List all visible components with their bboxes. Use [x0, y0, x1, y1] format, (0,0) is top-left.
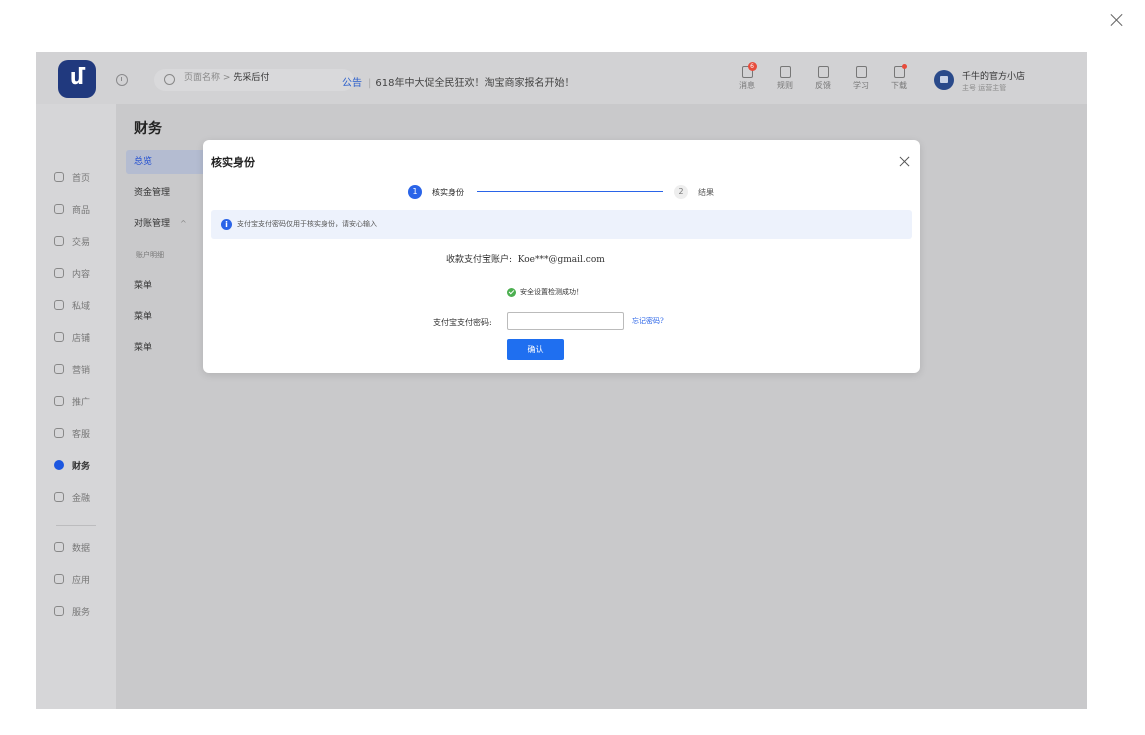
nav-item-promotion[interactable]: 推广 [54, 391, 90, 411]
shop-name: 千牛的官方小店 [962, 72, 1026, 82]
home-icon [54, 172, 64, 182]
nav-item-financial[interactable]: 金融 [54, 487, 90, 507]
step-2-indicator: 2 [674, 185, 688, 199]
goods-icon [54, 204, 64, 214]
service-icon [54, 428, 64, 438]
announcement-tag: 公告 [342, 78, 362, 89]
tool-download[interactable]: 下载 [884, 64, 914, 91]
close-icon[interactable] [899, 156, 910, 167]
sub-nav: 财务 总览 资金管理 对账管理 ^ 账户明细 菜单 菜单 菜单 [116, 104, 214, 709]
message-icon: 6 [741, 62, 757, 78]
nav-item-marketing[interactable]: 营销 [54, 359, 90, 379]
feedback-icon [817, 66, 829, 78]
step-1-indicator: 1 [408, 185, 422, 199]
finance-icon [54, 460, 64, 470]
payee-account-value: Koe***@gmail.com [517, 255, 605, 265]
nav-item-private[interactable]: 私域 [54, 295, 90, 315]
history-icon[interactable] [116, 74, 128, 86]
avatar[interactable] [934, 70, 954, 90]
step-1-label: 核实身份 [432, 188, 464, 197]
sub-nav-item-overview[interactable]: 总览 [126, 150, 206, 174]
nav-divider [56, 525, 96, 526]
nav-item-trade[interactable]: 交易 [54, 231, 90, 251]
step-connector [477, 191, 663, 193]
password-field[interactable] [507, 312, 624, 330]
nav-item-store[interactable]: 店铺 [54, 327, 90, 347]
learn-icon [855, 66, 867, 78]
check-circle-icon [507, 287, 516, 297]
marketing-icon [54, 364, 64, 374]
sub-nav-item-account-detail[interactable]: 账户明细 [126, 243, 206, 267]
close-icon[interactable] [1109, 12, 1125, 28]
store-icon [54, 332, 64, 342]
security-check-status: 安全设置检测成功！ [507, 287, 583, 297]
left-nav: 首页 商品 交易 内容 私域 店铺 营销 推广 客服 财务 金融 数据 应用 服… [36, 104, 116, 709]
tool-feedback[interactable]: 反馈 [808, 66, 838, 91]
tool-learn[interactable]: 学习 [846, 66, 876, 91]
logo[interactable]: մ [58, 60, 96, 98]
sub-nav-item-menu-1[interactable]: 菜单 [126, 274, 206, 298]
data-icon [54, 542, 64, 552]
apps-icon [54, 574, 64, 584]
payee-account-label: 收款支付宝账户: [446, 255, 513, 265]
forgot-password-link[interactable]: 忘记密码? [632, 316, 664, 326]
verify-identity-dialog: 核实身份 1 核实身份 2 结果 i 支付宝支付密码仅用于核实身份，请安心输入 … [203, 140, 920, 373]
step-2-label: 结果 [698, 188, 714, 197]
announcement-text: 618年中大促全民狂欢！淘宝商家报名开始！ [375, 78, 575, 89]
download-icon [893, 64, 907, 78]
confirm-button[interactable]: 确认 [507, 339, 564, 360]
breadcrumb: 页面名称 > 先采后付 [184, 73, 270, 83]
nav-item-service[interactable]: 客服 [54, 423, 90, 443]
rules-icon [779, 66, 791, 78]
search-icon [164, 74, 175, 85]
sub-nav-item-menu-3[interactable]: 菜单 [126, 336, 206, 360]
dialog-title: 核实身份 [211, 156, 255, 169]
tool-messages[interactable]: 6 消息 [732, 62, 762, 91]
info-text: 支付宝支付密码仅用于核实身份，请安心输入 [237, 220, 377, 228]
nav-item-finance[interactable]: 财务 [54, 455, 90, 475]
nav-item-services[interactable]: 服务 [54, 601, 90, 621]
promotion-icon [54, 396, 64, 406]
shop-info[interactable]: 千牛的官方小店 主号 运营主管 [962, 69, 1025, 93]
password-label: 支付宝支付密码: [433, 318, 492, 327]
private-domain-icon [54, 300, 64, 310]
breadcrumb-current: 先采后付 [233, 73, 270, 83]
shop-role: 主号 运营主管 [962, 84, 1007, 92]
unread-badge: 6 [747, 62, 757, 71]
nav-item-content[interactable]: 内容 [54, 263, 90, 283]
services-icon [54, 606, 64, 616]
nav-item-data[interactable]: 数据 [54, 537, 90, 557]
sub-nav-item-funds[interactable]: 资金管理 [126, 181, 206, 205]
chevron-up-icon: ^ [180, 219, 187, 228]
announcement[interactable]: 公告 | 618年中大促全民狂欢！淘宝商家报名开始！ [342, 74, 574, 89]
info-banner: i 支付宝支付密码仅用于核实身份，请安心输入 [211, 210, 912, 239]
nav-item-home[interactable]: 首页 [54, 167, 90, 187]
notification-dot [901, 64, 907, 69]
nav-item-goods[interactable]: 商品 [54, 199, 90, 219]
info-icon: i [221, 219, 232, 230]
tool-rules[interactable]: 规则 [770, 66, 800, 91]
sub-nav-title: 财务 [134, 121, 162, 137]
sub-nav-item-reconciliation[interactable]: 对账管理 ^ [126, 212, 206, 236]
payee-account: 收款支付宝账户: Koe***@gmail.com [446, 252, 605, 265]
trade-icon [54, 236, 64, 246]
breadcrumb-parent[interactable]: 页面名称 [184, 73, 220, 83]
financial-icon [54, 492, 64, 502]
content-icon [54, 268, 64, 278]
nav-item-apps[interactable]: 应用 [54, 569, 90, 589]
sub-nav-item-menu-2[interactable]: 菜单 [126, 305, 206, 329]
